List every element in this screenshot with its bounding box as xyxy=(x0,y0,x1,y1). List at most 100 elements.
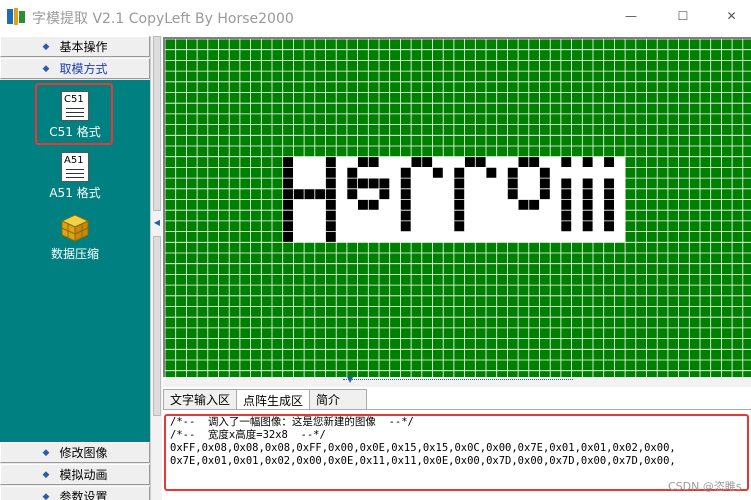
pixel-on[interactable] xyxy=(421,156,433,168)
pixel-on[interactable] xyxy=(379,188,390,200)
tool-a51-format[interactable]: A51 A51 格式 xyxy=(0,152,150,201)
sidebar-item-animation[interactable]: ◆ 模拟动画 xyxy=(0,464,150,485)
output-code[interactable]: /*-- 调入了一幅图像：这是您新建的图像 --*//*-- 宽度x高度=32x… xyxy=(170,416,676,468)
pixel-on[interactable] xyxy=(453,220,465,232)
pixel-on[interactable] xyxy=(400,188,412,200)
pixel-on[interactable] xyxy=(368,199,379,211)
pixel-on[interactable] xyxy=(582,156,593,168)
pixel-on[interactable] xyxy=(325,167,337,179)
pixel-on[interactable] xyxy=(368,156,379,168)
pixel-on[interactable] xyxy=(603,210,615,221)
pixel-on[interactable] xyxy=(507,188,519,200)
tool-data-compress[interactable]: 数据压缩 xyxy=(0,213,150,262)
pixel-on[interactable] xyxy=(411,156,422,168)
pixel-on[interactable] xyxy=(325,231,337,243)
pixel-on[interactable] xyxy=(560,220,572,232)
pixel-on[interactable] xyxy=(539,178,551,189)
pixel-on[interactable] xyxy=(357,178,369,189)
pixel-on[interactable] xyxy=(518,199,529,211)
pixel-on[interactable] xyxy=(282,210,294,221)
pixel-on[interactable] xyxy=(314,188,326,200)
pixel-on[interactable] xyxy=(582,188,593,200)
sidebar-item-mode[interactable]: ◆ 取模方式 xyxy=(0,58,150,79)
pixel-grid[interactable] xyxy=(165,39,751,377)
pixel-on[interactable] xyxy=(325,220,337,232)
pixel-on[interactable] xyxy=(539,188,551,200)
pixel-on[interactable] xyxy=(453,199,465,211)
tab-dot-output[interactable]: 点阵生成区 xyxy=(236,389,311,410)
sidebar-item-edit-image[interactable]: ◆ 修改图像 xyxy=(0,442,150,463)
pixel-on[interactable] xyxy=(453,167,465,179)
pixel-on[interactable] xyxy=(603,178,615,189)
pixel-on[interactable] xyxy=(282,231,294,243)
pixel-on[interactable] xyxy=(325,156,337,168)
sidebar-item-basic-ops[interactable]: ◆ 基本操作 xyxy=(0,36,150,57)
pixel-on[interactable] xyxy=(346,167,358,179)
pixel-on[interactable] xyxy=(507,167,519,179)
pixel-on[interactable] xyxy=(475,156,486,168)
maximize-button[interactable]: ☐ xyxy=(660,0,706,32)
pixel-on[interactable] xyxy=(539,167,551,179)
pixel-on[interactable] xyxy=(560,178,572,189)
pixel-on[interactable] xyxy=(293,188,305,200)
pixel-on[interactable] xyxy=(518,156,529,168)
pixel-on[interactable] xyxy=(400,210,412,221)
pixel-on[interactable] xyxy=(582,178,593,189)
pixel-on[interactable] xyxy=(528,199,540,211)
sidebar-item-label: 修改图像 xyxy=(59,446,108,460)
pixel-on[interactable] xyxy=(282,188,294,200)
pixel-on[interactable] xyxy=(325,210,337,221)
close-button[interactable]: ✕ xyxy=(712,0,751,32)
pixel-on[interactable] xyxy=(346,178,358,189)
pixel-on[interactable] xyxy=(357,156,369,168)
pixel-on[interactable] xyxy=(560,210,572,221)
pixel-on[interactable] xyxy=(507,178,519,189)
pixel-on[interactable] xyxy=(304,188,315,200)
vertical-splitter[interactable]: ◀ xyxy=(150,36,162,500)
pixel-on[interactable] xyxy=(325,178,337,189)
tab-intro[interactable]: 简介 xyxy=(309,389,368,409)
pixel-on[interactable] xyxy=(453,210,465,221)
pixel-on[interactable] xyxy=(603,220,615,232)
pixel-on[interactable] xyxy=(582,210,593,221)
pixel-on[interactable] xyxy=(282,178,294,189)
pixel-on[interactable] xyxy=(282,156,294,168)
dot-matrix-canvas[interactable] xyxy=(163,37,751,377)
sidebar-item-settings[interactable]: ◆ 参数设置 xyxy=(0,486,150,500)
minimize-icon: — xyxy=(625,9,637,23)
splitter-handle[interactable] xyxy=(343,379,573,385)
pixel-on[interactable] xyxy=(560,199,572,211)
pixel-on[interactable] xyxy=(282,199,294,211)
pixel-on[interactable] xyxy=(560,188,572,200)
pixel-on[interactable] xyxy=(528,156,540,168)
title-bar: 字模提取 V2.1 CopyLeft By Horse2000 — ☐ ✕ xyxy=(0,0,751,34)
horizontal-splitter[interactable]: ▼ xyxy=(163,375,751,387)
pixel-on[interactable] xyxy=(582,199,593,211)
pixel-on[interactable] xyxy=(453,188,465,200)
pixel-on[interactable] xyxy=(486,167,497,179)
pixel-on[interactable] xyxy=(346,188,358,200)
pixel-on[interactable] xyxy=(400,199,412,211)
pixel-on[interactable] xyxy=(400,167,412,179)
pixel-on[interactable] xyxy=(432,167,444,179)
pixel-on[interactable] xyxy=(368,178,379,189)
pixel-on[interactable] xyxy=(464,156,476,168)
collapse-left-icon[interactable]: ◀ xyxy=(153,218,161,232)
tab-text-input[interactable]: 文字输入区 xyxy=(163,389,238,409)
collapse-down-icon[interactable]: ▼ xyxy=(347,375,353,384)
pixel-on[interactable] xyxy=(282,167,294,179)
pixel-on[interactable] xyxy=(282,220,294,232)
pixel-on[interactable] xyxy=(400,178,412,189)
minimize-button[interactable]: — xyxy=(608,0,654,32)
pixel-on[interactable] xyxy=(603,188,615,200)
pixel-on[interactable] xyxy=(453,178,465,189)
pixel-on[interactable] xyxy=(603,156,615,168)
pixel-on[interactable] xyxy=(603,199,615,211)
pixel-on[interactable] xyxy=(357,199,369,211)
pixel-on[interactable] xyxy=(582,220,593,232)
pixel-on[interactable] xyxy=(560,156,572,168)
pixel-on[interactable] xyxy=(325,188,337,200)
pixel-on[interactable] xyxy=(400,220,412,232)
pixel-on[interactable] xyxy=(325,199,337,211)
pixel-on[interactable] xyxy=(379,178,390,189)
